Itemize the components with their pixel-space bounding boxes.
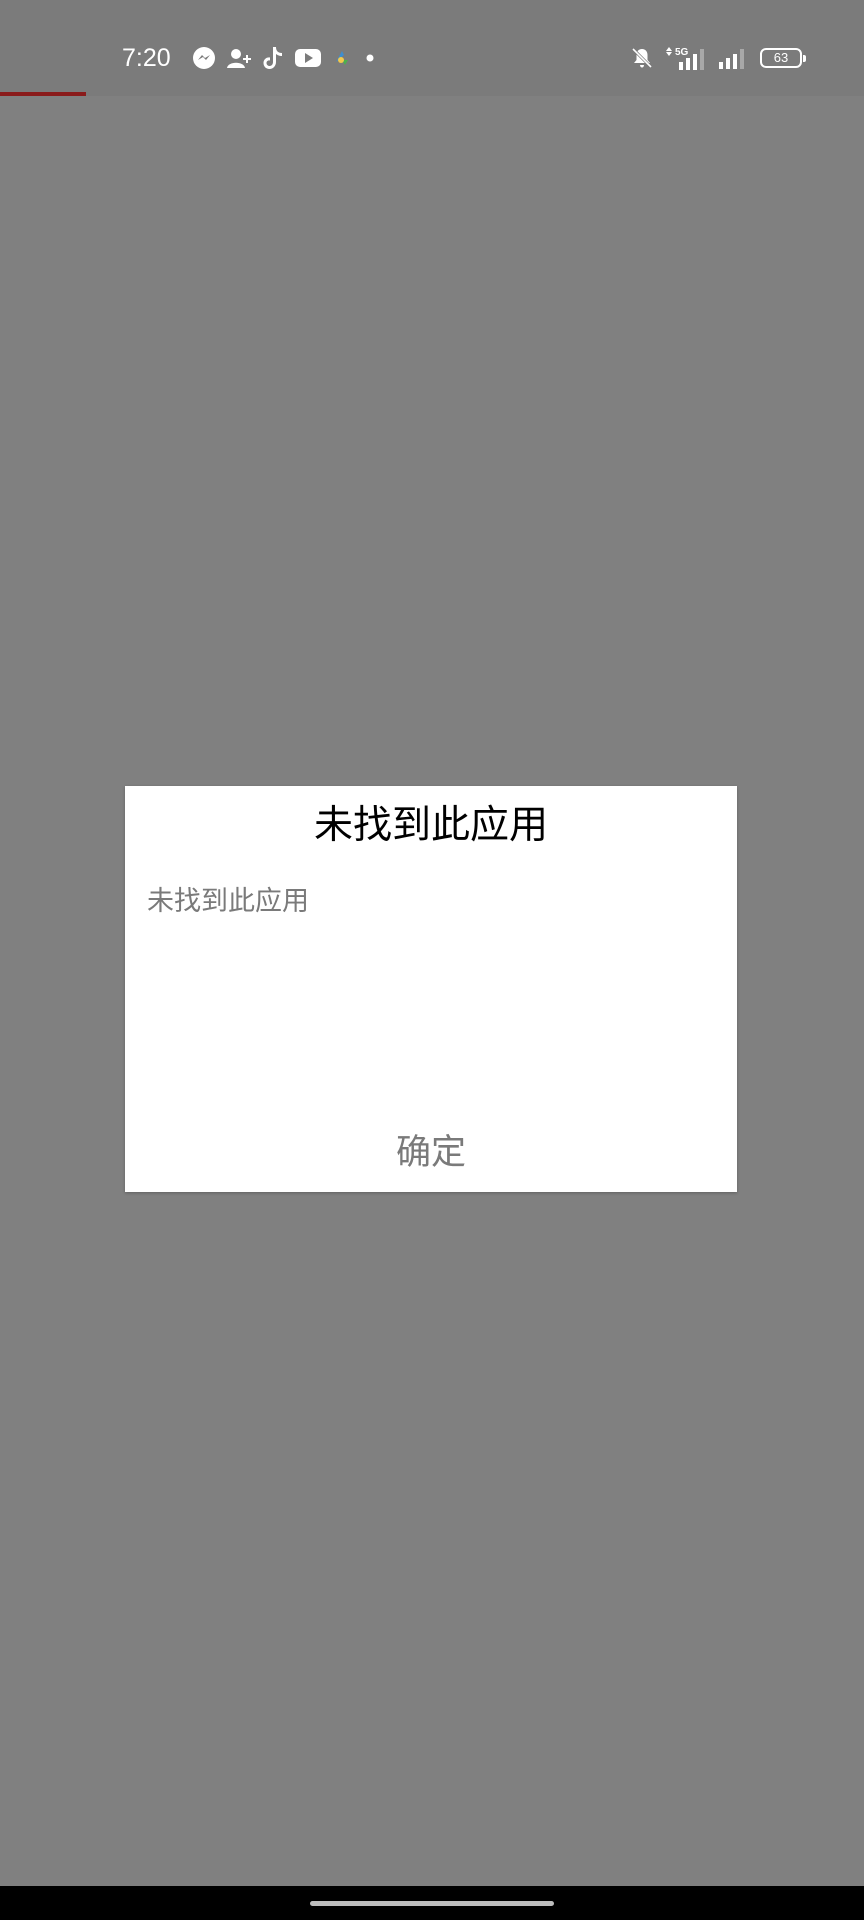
screen: 7:20 5G 63 未找到此应用 未找到此应用 确定 <box>0 0 864 1920</box>
status-time: 7:20 <box>122 44 171 72</box>
system-icons: 5G 63 <box>630 44 806 72</box>
svg-text:5G: 5G <box>675 47 689 58</box>
dialog-message: 未找到此应用 <box>147 886 309 917</box>
app-icon <box>332 48 352 68</box>
youtube-icon <box>294 47 322 69</box>
notification-icons <box>192 44 378 72</box>
tiktok-icon <box>262 45 284 71</box>
dot-icon <box>362 50 378 66</box>
status-bar: 7:20 5G 63 <box>0 0 864 96</box>
app-not-found-dialog: 未找到此应用 未找到此应用 确定 <box>125 786 737 1192</box>
page-load-progress-fill <box>0 92 87 96</box>
navigation-bar <box>0 1886 864 1920</box>
page-load-progress <box>0 92 864 96</box>
bell-muted-icon <box>630 46 654 70</box>
home-gesture-handle[interactable] <box>310 1901 554 1906</box>
5g-signal-icon: 5G <box>666 45 706 71</box>
confirm-button[interactable]: 确定 <box>125 1122 737 1184</box>
messenger-icon <box>192 46 216 70</box>
add-contact-icon <box>226 46 252 70</box>
battery-icon: 63 <box>760 48 806 68</box>
signal-icon <box>718 46 748 70</box>
dialog-title: 未找到此应用 <box>313 803 548 848</box>
